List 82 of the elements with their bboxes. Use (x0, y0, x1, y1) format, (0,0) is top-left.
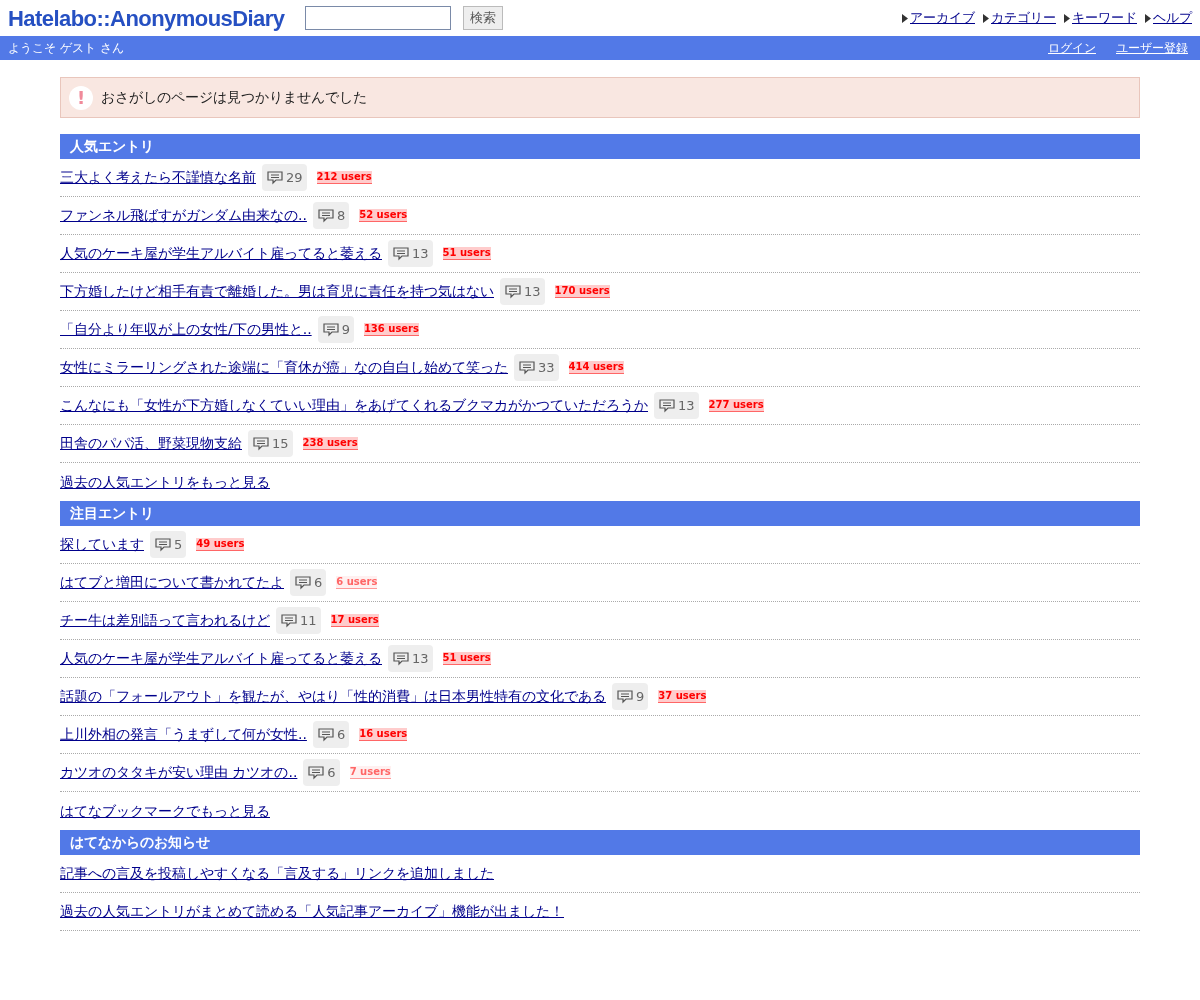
entry-link[interactable]: 女性にミラーリングされた途端に「育休が癌」なの自白し始めて笑った (60, 357, 508, 378)
entry-link[interactable]: 田舎のパパ活、野菜現物支給 (60, 433, 242, 454)
comment-icon (392, 651, 410, 666)
comment-icon (294, 575, 312, 590)
entry-link[interactable]: 過去の人気エントリがまとめて読める「人気記事アーカイブ」機能が出ました！ (60, 901, 564, 922)
entry-link[interactable]: こんなにも「女性が下方婚しなくていい理由」をあげてくれるブクマカがかつていただろうか (60, 395, 648, 416)
site-logo[interactable]: Hatelabo::AnonymousDiary (8, 1, 285, 35)
nav-link[interactable]: カテゴリー (991, 8, 1056, 28)
comment-count[interactable]: 15 (248, 429, 293, 458)
bookmark-users[interactable]: 136 users (363, 322, 419, 337)
comment-icon (392, 246, 410, 261)
comment-icon (321, 322, 340, 337)
entry-link[interactable]: 上川外相の発言「うまずして何が女性.. (60, 724, 307, 745)
bookmark-users[interactable]: 37 users (658, 689, 707, 704)
entry-link[interactable]: カツオのタタキが安い理由 カツオの.. (60, 762, 298, 783)
search-button[interactable]: 検索 (462, 6, 503, 30)
bookmark-users[interactable]: 414 users (568, 360, 624, 375)
bookmark-users[interactable]: 277 users (708, 398, 764, 413)
comment-count[interactable]: 33 (514, 353, 559, 382)
comment-icon (154, 537, 172, 552)
comment-icon (266, 170, 284, 185)
comment-count[interactable]: 8 (312, 201, 350, 230)
bookmark-users[interactable]: 6 users (336, 575, 378, 590)
account-link[interactable]: ログイン (1048, 39, 1096, 57)
comment-count[interactable]: 13 (654, 391, 699, 420)
bookmark-users[interactable]: 51 users (442, 651, 491, 666)
entry-link[interactable]: 記事への言及を投稿しやすくなる「言及する」リンクを追加しました (60, 863, 494, 884)
bookmark-users[interactable]: 49 users (196, 537, 245, 552)
entry-link[interactable]: 「自分より年収が上の女性/下の男性と.. (60, 319, 312, 340)
nav-link[interactable]: ヘルプ (1153, 8, 1192, 28)
entry-link[interactable]: 話題の「フォールアウト」を観たが、やはり「性的消費」は日本男性特有の文化である (60, 686, 606, 707)
bookmark-users[interactable]: 212 users (316, 170, 372, 185)
comment-count[interactable]: 9 (317, 315, 354, 344)
welcome-text: ようこそ ゲスト さん (8, 40, 124, 57)
section-header: はてなからのお知らせ (60, 830, 1140, 855)
bookmark-users[interactable]: 238 users (302, 436, 358, 451)
section-header: 人気エントリ (60, 134, 1140, 159)
comment-count[interactable]: 13 (388, 239, 433, 268)
bookmark-users[interactable]: 51 users (442, 246, 491, 261)
comment-count[interactable]: 29 (262, 163, 307, 192)
comment-count[interactable]: 5 (150, 530, 187, 559)
comment-count[interactable]: 11 (276, 606, 321, 635)
entry-link[interactable]: 下方婚したけど相手有責で離婚した。男は育児に責任を持つ気はない (60, 281, 494, 302)
comment-count[interactable]: 13 (388, 644, 433, 673)
comment-count[interactable]: 6 (290, 568, 327, 597)
entry-link[interactable]: チー牛は差別語って言われるけど (60, 610, 270, 631)
alert-icon: ! (69, 85, 93, 110)
more-link[interactable]: はてなブックマークでもっと見る (60, 800, 270, 822)
account-link[interactable]: ユーザー登録 (1116, 39, 1188, 57)
entry-link[interactable]: ファンネル飛ばすがガンダム由来なの.. (60, 205, 307, 226)
comment-icon (518, 360, 536, 375)
search-field[interactable] (304, 6, 451, 30)
arrow-icon (902, 13, 908, 23)
comment-icon (316, 727, 335, 742)
comment-icon (658, 398, 676, 413)
alert-message: おさがしのページは見つかりませんでした (101, 88, 367, 107)
comment-count[interactable]: 13 (500, 277, 545, 306)
nav-link[interactable]: キーワード (1072, 8, 1137, 28)
entry-link[interactable]: 三大よく考えたら不謹慎な名前 (60, 167, 256, 188)
comment-icon (504, 284, 522, 299)
arrow-icon (1145, 13, 1151, 23)
bookmark-users[interactable]: 17 users (330, 613, 379, 628)
comment-icon (316, 208, 335, 223)
entry-link[interactable]: 人気のケーキ屋が学生アルバイト雇ってると萎える (60, 243, 382, 264)
more-link[interactable]: 過去の人気エントリをもっと見る (60, 471, 270, 493)
arrow-icon (1064, 13, 1070, 23)
comment-count[interactable]: 9 (612, 682, 649, 711)
arrow-icon (983, 13, 989, 23)
comment-icon (307, 765, 326, 780)
comment-icon (616, 689, 634, 704)
nav-link[interactable]: アーカイブ (910, 8, 975, 28)
bookmark-users[interactable]: 170 users (554, 284, 610, 299)
comment-icon (252, 436, 270, 451)
entry-link[interactable]: 人気のケーキ屋が学生アルバイト雇ってると萎える (60, 648, 382, 669)
section-header: 注目エントリ (60, 501, 1140, 526)
comment-count[interactable]: 6 (303, 758, 340, 787)
bookmark-users[interactable]: 52 users (359, 208, 408, 223)
entry-link[interactable]: 探しています (60, 534, 144, 555)
comment-count[interactable]: 6 (312, 720, 350, 749)
comment-icon (280, 613, 298, 628)
entry-link[interactable]: はてブと増田について書かれてたよ (60, 572, 284, 593)
bookmark-users[interactable]: 16 users (359, 727, 408, 742)
